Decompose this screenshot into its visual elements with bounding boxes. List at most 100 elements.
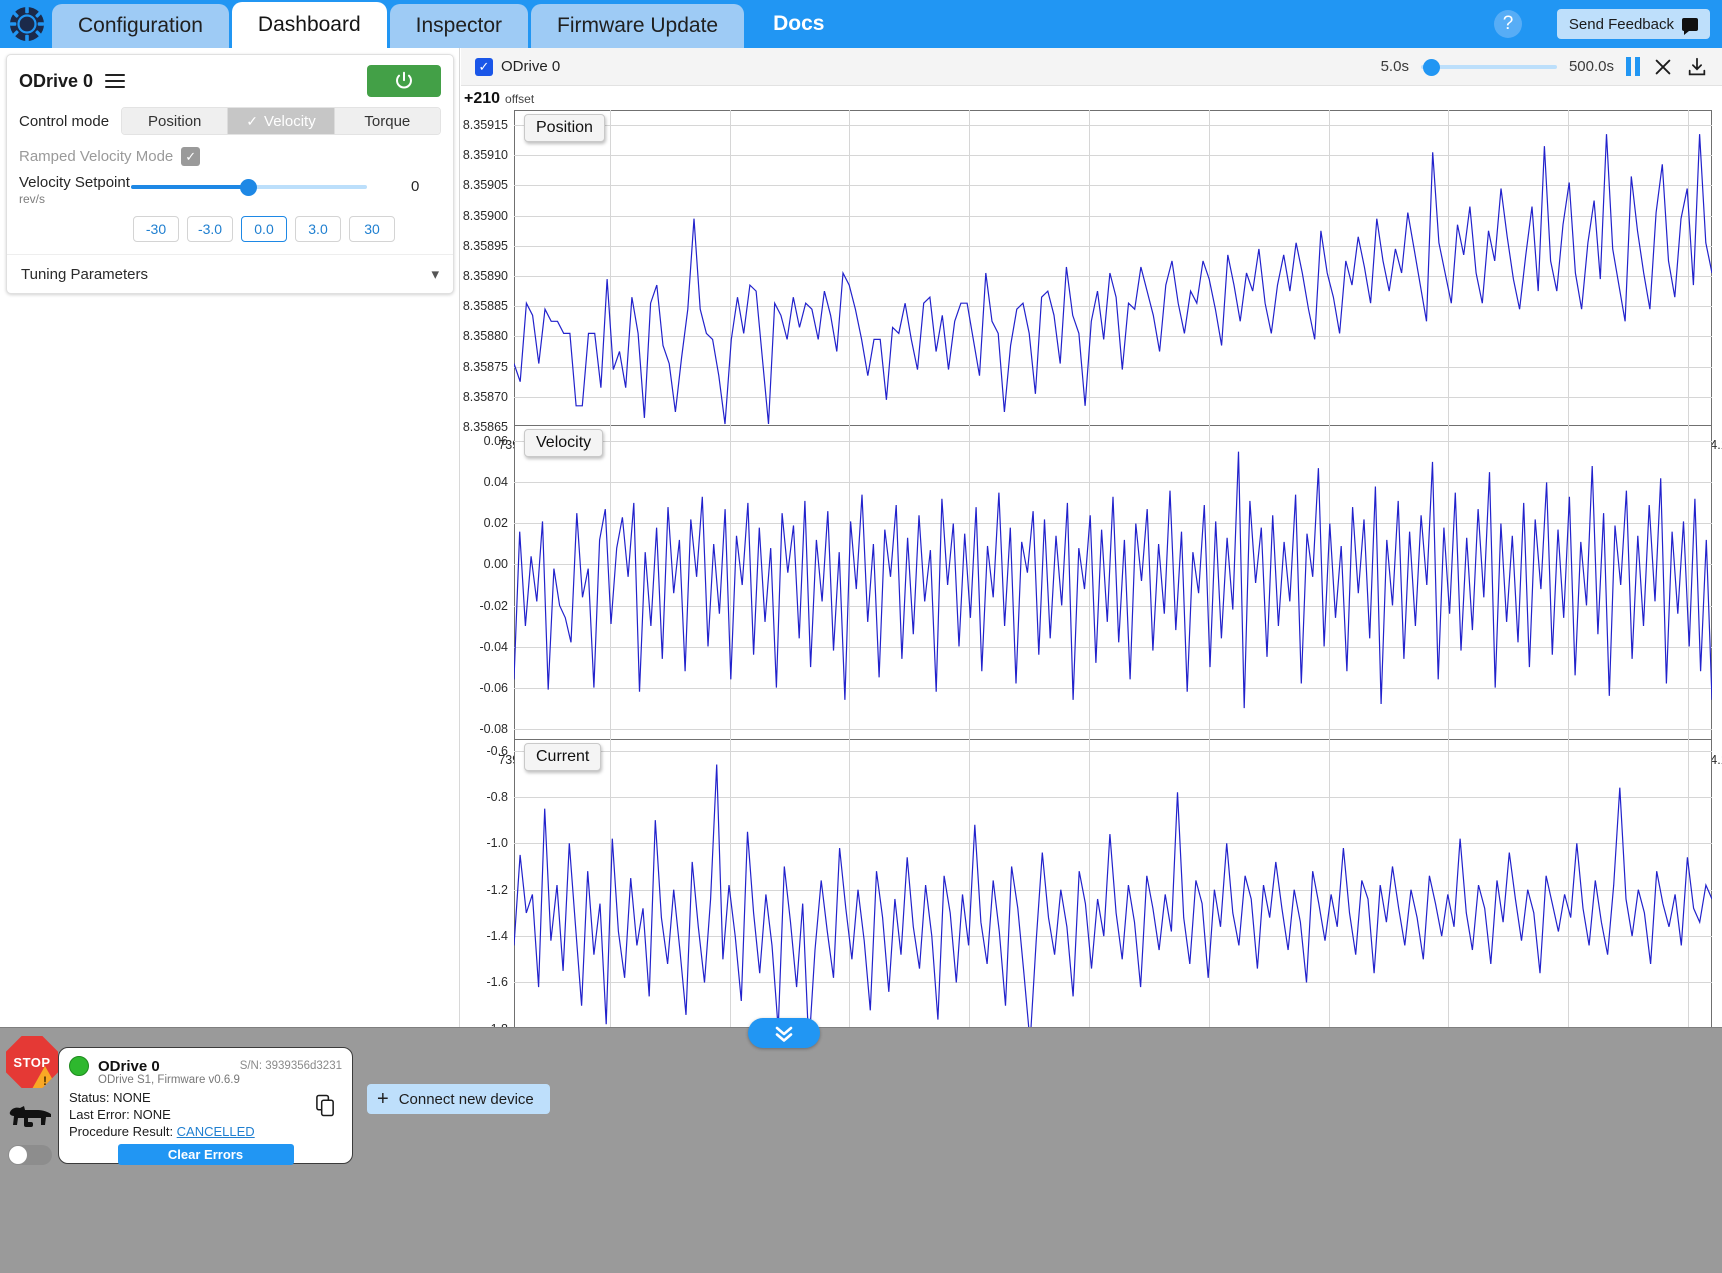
y-axis-tick: -1.0 (486, 836, 508, 851)
device-card-name: ODrive 0 (98, 1057, 160, 1075)
offset-value: +210 (464, 90, 501, 107)
time-slider-thumb[interactable] (1422, 58, 1440, 76)
plot-title-velocity[interactable]: Velocity (524, 429, 604, 457)
tuning-parameters-row[interactable]: Tuning Parameters ▾ (7, 254, 453, 293)
setpoint-presets: -30 -3.0 0.0 3.0 30 (7, 208, 453, 254)
velocity-setpoint-slider[interactable] (131, 178, 367, 196)
warning-icon (32, 1066, 58, 1088)
velocity-setpoint-value: 0 (411, 178, 420, 195)
send-feedback-label: Send Feedback (1568, 15, 1674, 33)
control-card-header: ODrive 0 (7, 55, 453, 103)
y-axis-tick: -1.6 (486, 975, 508, 990)
preset-button[interactable]: 0.0 (241, 216, 287, 242)
chart-source-toggle[interactable]: ✓ ODrive 0 (475, 57, 560, 76)
plot-title-position[interactable]: Position (524, 114, 605, 142)
preset-button[interactable]: 3.0 (295, 216, 341, 242)
mode-velocity-label: Velocity (264, 112, 316, 130)
chart-toolbar: ✓ ODrive 0 5.0s 500.0s (461, 48, 1722, 86)
y-axis-tick: -0.8 (486, 789, 508, 804)
velocity-setpoint-label: Velocity Setpoint rev/s (19, 174, 131, 208)
y-axis-tick: -1.4 (486, 929, 508, 944)
chart-toolbar-right: 5.0s 500.0s (1381, 56, 1722, 78)
feedback-chat-icon (1682, 17, 1698, 35)
y-axis-tick: 0.00 (483, 557, 508, 572)
clear-errors-button[interactable]: Clear Errors (117, 1144, 294, 1165)
plot-position: 8.35915 8.35910 8.35905 8.35900 8.35895 8.358… (461, 110, 1722, 462)
chevron-down-icon: ▾ (431, 266, 439, 283)
slider-fill (131, 185, 249, 189)
velocity-setpoint-row: Velocity Setpoint rev/s 0 (7, 168, 453, 208)
chart-source-checkbox[interactable]: ✓ (475, 57, 493, 76)
dog-icon (8, 1100, 64, 1135)
tab-docs[interactable]: Docs (751, 0, 847, 48)
plot-series (514, 134, 1712, 425)
time-slider-track (1420, 64, 1557, 69)
device-status: Status: NONE (69, 1090, 151, 1105)
y-axis-tick: 8.35915 (462, 118, 508, 133)
send-feedback-button[interactable]: Send Feedback (1556, 9, 1710, 39)
y-axis-tick: 0.04 (483, 475, 508, 490)
mode-torque-button[interactable]: Torque (334, 108, 440, 134)
tab-dashboard[interactable]: Dashboard (231, 2, 387, 48)
y-axis-tick: 8.35870 (462, 389, 508, 404)
y-axis-tick: -1.2 (486, 882, 508, 897)
app-root: Configuration Dashboard Inspector Firmwa… (0, 0, 1722, 1273)
top-tab-bar: Configuration Dashboard Inspector Firmwa… (0, 0, 1722, 48)
preset-button[interactable]: -3.0 (187, 216, 233, 242)
y-axis-tick: 8.35900 (462, 208, 508, 223)
ramped-velocity-checkbox[interactable]: ✓ (181, 147, 201, 166)
left-control-panel: ODrive 0 Control mode Position ✓ Velocit… (0, 48, 460, 1027)
time-range-max: 500.0s (1568, 58, 1614, 75)
connect-new-device-label: Connect new device (398, 1090, 534, 1108)
device-serial-number: S/N: 3939356d3231 (239, 1060, 342, 1072)
dog-mode-toggle[interactable] (8, 1145, 52, 1165)
preset-button[interactable]: -30 (133, 216, 179, 242)
setpoint-unit: rev/s (19, 192, 46, 206)
ramped-velocity-label: Ramped Velocity Mode (19, 148, 174, 165)
device-control-card: ODrive 0 Control mode Position ✓ Velocit… (6, 54, 454, 294)
plot-title-current[interactable]: Current (524, 743, 602, 771)
procedure-result-link[interactable]: CANCELLED (177, 1124, 255, 1139)
check-icon: ✓ (246, 112, 259, 129)
help-icon[interactable]: ? (1494, 10, 1522, 38)
control-device-title: ODrive 0 (19, 70, 94, 91)
mode-velocity-button[interactable]: ✓ Velocity (228, 108, 335, 134)
tab-inspector[interactable]: Inspector (389, 4, 529, 48)
tab-firmware-update[interactable]: Firmware Update (531, 4, 745, 48)
copy-icon[interactable] (315, 1094, 336, 1121)
menu-icon[interactable] (105, 70, 126, 92)
device-procedure-result: Procedure Result: CANCELLED (69, 1123, 342, 1140)
mode-position-button[interactable]: Position (122, 108, 229, 134)
y-axis-tick: 0.06 (483, 434, 508, 449)
plot-series (514, 451, 1712, 709)
control-mode-label: Control mode (19, 112, 110, 130)
emergency-stop-icon[interactable]: STOP (6, 1036, 58, 1088)
y-axis-tick: -0.6 (486, 743, 508, 758)
status-indicator (69, 1056, 89, 1076)
device-status-lines: Status: NONE Last Error: NONE Procedure … (59, 1086, 352, 1140)
device-card: ODrive 0 S/N: 3939356d3231 ODrive S1, Fi… (58, 1047, 353, 1165)
y-axis-tick: -0.06 (479, 680, 509, 695)
device-subtitle: ODrive S1, Firmware v0.6.9 (98, 1074, 240, 1086)
connect-new-device-button[interactable]: + Connect new device (367, 1084, 550, 1114)
position-offset-note: +210 offset (464, 90, 534, 108)
download-icon[interactable] (1686, 56, 1708, 78)
plot-series (514, 764, 1712, 1048)
y-axis-tick: 8.35875 (462, 359, 508, 374)
tab-configuration[interactable]: Configuration (52, 4, 229, 48)
expand-panel-button[interactable] (748, 1018, 820, 1048)
device-last-error: Last Error: NONE (69, 1107, 171, 1122)
time-range-min: 5.0s (1380, 58, 1409, 75)
procedure-result-prefix: Procedure Result: (69, 1124, 177, 1139)
y-axis-tick: -0.02 (479, 598, 509, 613)
power-button[interactable] (367, 65, 441, 97)
time-range-slider[interactable] (1420, 58, 1557, 76)
close-icon[interactable] (1652, 56, 1674, 78)
pause-icon[interactable] (1626, 57, 1640, 76)
tuning-parameters-label: Tuning Parameters (21, 265, 149, 283)
slider-thumb[interactable] (240, 179, 257, 196)
y-axis-tick: 8.35890 (462, 269, 508, 284)
y-axis-tick: -0.08 (479, 721, 509, 736)
offset-label: offset (505, 92, 535, 106)
preset-button[interactable]: 30 (349, 216, 395, 242)
